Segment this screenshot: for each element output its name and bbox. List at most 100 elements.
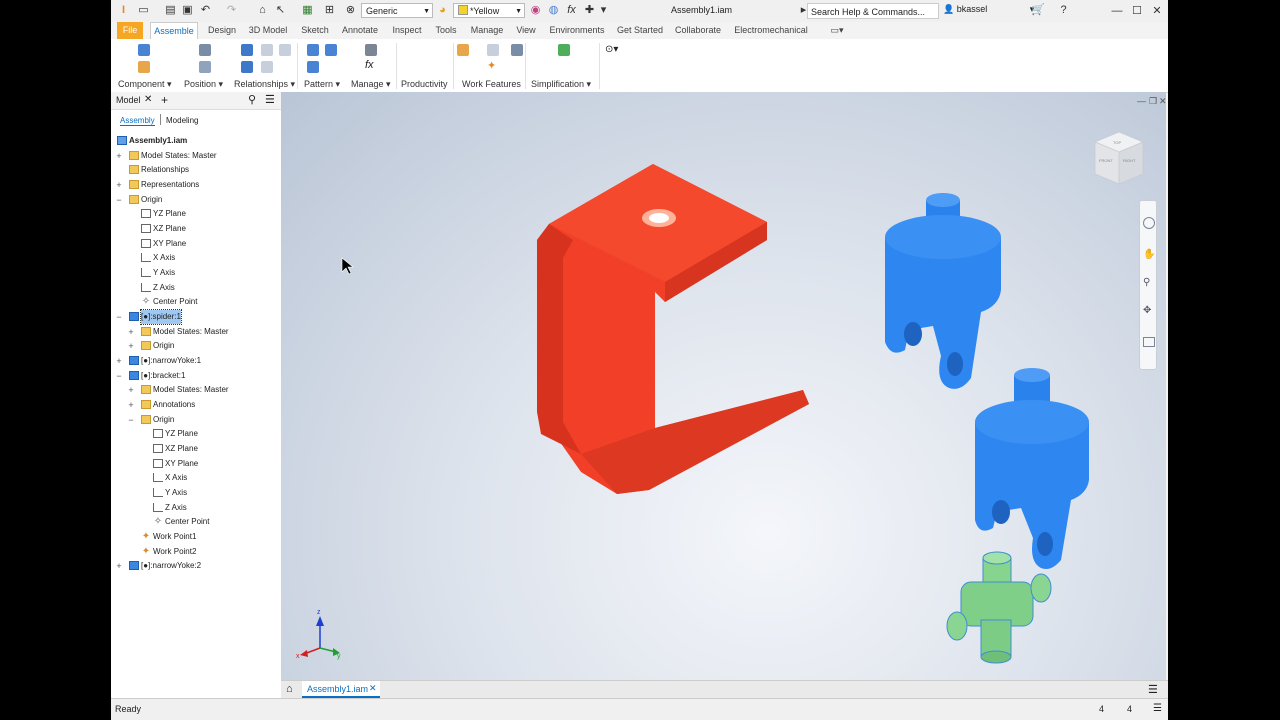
measure-icon[interactable]: ⊞ <box>323 4 336 17</box>
tree-item[interactable]: XZ Plane <box>111 222 281 236</box>
tree-item[interactable]: − Origin <box>111 413 281 427</box>
tab-assemble[interactable]: Assemble <box>150 22 198 39</box>
close-icon[interactable]: ✕ <box>144 94 152 105</box>
tab-manage[interactable]: Manage <box>467 22 507 39</box>
expand-icon[interactable]: + <box>127 383 135 397</box>
close-button[interactable]: ✕ <box>1146 2 1168 20</box>
bill-of-materials-icon[interactable] <box>365 44 377 56</box>
tree-item[interactable]: Z Axis <box>111 281 281 295</box>
ribbon-options-icon[interactable]: ▭▾ <box>825 22 849 39</box>
tree-item[interactable]: Y Axis <box>111 486 281 500</box>
expand-icon[interactable]: + <box>127 339 135 353</box>
redo-icon[interactable]: ↷ <box>225 4 238 17</box>
tab-design[interactable]: Design <box>205 22 239 39</box>
help-icon[interactable]: ? <box>1057 4 1070 17</box>
narrow-yoke-1-part[interactable] <box>885 193 1001 389</box>
work-point-icon[interactable]: ✦ <box>487 59 496 72</box>
tree-item[interactable]: YZ Plane <box>111 207 281 221</box>
tree-item[interactable]: + Model States: Master <box>111 383 281 397</box>
constrain-icon[interactable] <box>261 44 273 56</box>
panel-component[interactable]: Component ▾ <box>118 79 172 90</box>
home-tab-icon[interactable]: ⌂ <box>286 683 293 695</box>
expand-icon[interactable]: + <box>115 178 123 192</box>
panel-position[interactable]: Position ▾ <box>184 79 223 90</box>
tree-item[interactable]: Z Axis <box>111 501 281 515</box>
collapse-icon[interactable]: − <box>127 413 135 427</box>
add-icon[interactable]: ✚ <box>583 4 596 17</box>
tree-item[interactable]: + Origin <box>111 339 281 353</box>
view-assembly[interactable]: Assembly <box>120 116 155 126</box>
tree-item[interactable]: ✦ Work Point1 <box>111 530 281 544</box>
tree-item[interactable]: + Representations <box>111 178 281 192</box>
graphics-window[interactable]: z x y TOP FRONT RIGHT — ❐ ✕ ✋ ⚲ ✥ <box>281 92 1166 680</box>
narrow-yoke-2-part[interactable] <box>975 368 1089 569</box>
show-sick-icon[interactable] <box>261 61 273 73</box>
panel-relationships[interactable]: Relationships ▾ <box>234 79 295 90</box>
move-icon[interactable] <box>199 44 211 56</box>
parameters-icon[interactable]: fx <box>365 59 374 71</box>
document-tab[interactable]: Assembly1.iam ✕ <box>302 681 380 698</box>
tree-item[interactable]: ✧ Center Point <box>111 295 281 309</box>
tree-item[interactable]: YZ Plane <box>111 427 281 441</box>
shrinkwrap-icon[interactable] <box>558 44 570 56</box>
maximize-button[interactable]: ☐ <box>1126 2 1148 20</box>
expand-icon[interactable]: + <box>115 149 123 163</box>
pan-icon[interactable]: ✋ <box>1143 249 1155 260</box>
pattern-icon[interactable] <box>307 44 319 56</box>
tab-3d-model[interactable]: 3D Model <box>247 22 289 39</box>
search-icon[interactable]: ⚲ <box>248 93 256 106</box>
adjust-icon[interactable]: ◉ <box>529 4 542 17</box>
axis-icon[interactable] <box>487 44 499 56</box>
app-logo-icon[interactable]: I <box>117 4 130 17</box>
tab-collaborate[interactable]: Collaborate <box>672 22 724 39</box>
tree-item[interactable]: XY Plane <box>111 237 281 251</box>
viewport-close-icon[interactable]: ✕ <box>1159 96 1166 106</box>
update-icon[interactable]: ▦ <box>301 4 314 17</box>
rotate-icon[interactable] <box>199 61 211 73</box>
joint-icon[interactable] <box>241 44 253 56</box>
material-icon[interactable]: ⊗ <box>344 4 357 17</box>
view-modeling[interactable]: Modeling <box>166 116 198 125</box>
tree-item[interactable]: + [●]:narrowYoke:1 <box>111 354 281 368</box>
tab-annotate[interactable]: Annotate <box>339 22 381 39</box>
add-tab-icon[interactable]: + <box>161 93 168 107</box>
search-input[interactable]: Search Help & Commands... <box>807 3 939 19</box>
clear-icon[interactable]: ◍ <box>547 4 560 17</box>
cart-icon[interactable]: 🛒 <box>1031 4 1045 17</box>
browser-tab-model[interactable]: Model <box>116 95 141 105</box>
tree-item[interactable]: X Axis <box>111 251 281 265</box>
tree-item[interactable]: X Axis <box>111 471 281 485</box>
panel-work-features[interactable]: Work Features <box>462 79 521 89</box>
collapse-icon[interactable]: − <box>115 310 123 324</box>
viewport-minimize-icon[interactable]: — <box>1137 96 1146 106</box>
tree-item[interactable]: Relationships <box>111 163 281 177</box>
tree-item[interactable]: ✦ Work Point2 <box>111 545 281 559</box>
tree-item[interactable]: XY Plane <box>111 457 281 471</box>
tree-item[interactable]: Y Axis <box>111 266 281 280</box>
ucs-icon[interactable] <box>511 44 523 56</box>
expand-icon[interactable]: + <box>127 325 135 339</box>
panel-simplification[interactable]: Simplification ▾ <box>531 79 591 90</box>
panel-manage[interactable]: Manage ▾ <box>351 79 391 90</box>
parameters-icon[interactable]: fx <box>565 4 578 17</box>
mirror-icon[interactable] <box>325 44 337 56</box>
show-icon[interactable] <box>279 44 291 56</box>
plane-icon[interactable] <box>457 44 469 56</box>
new-file-icon[interactable]: ▭ <box>137 4 150 17</box>
tab-menu-icon[interactable]: ☰ <box>1148 683 1158 696</box>
model-canvas[interactable]: z x y TOP FRONT RIGHT — ❐ ✕ <box>281 92 1166 680</box>
tree-item[interactable]: Assembly1.iam <box>111 134 281 148</box>
customize-icon[interactable]: ▾ <box>597 4 610 17</box>
expand-icon[interactable]: + <box>115 559 123 573</box>
copy-icon[interactable] <box>307 61 319 73</box>
tab-environments[interactable]: Environments <box>545 22 609 39</box>
panel-pattern[interactable]: Pattern ▾ <box>304 79 340 90</box>
place-component-icon[interactable] <box>138 44 150 56</box>
viewport-restore-icon[interactable]: ❐ <box>1149 96 1157 106</box>
view-face-icon[interactable] <box>1143 337 1155 347</box>
close-icon[interactable]: ✕ <box>369 683 377 694</box>
tree-item[interactable]: ✧ Center Point <box>111 515 281 529</box>
tree-item[interactable]: + [●]:narrowYoke:2 <box>111 559 281 573</box>
tree-item[interactable]: − Origin <box>111 193 281 207</box>
spider-part[interactable] <box>946 551 1052 664</box>
